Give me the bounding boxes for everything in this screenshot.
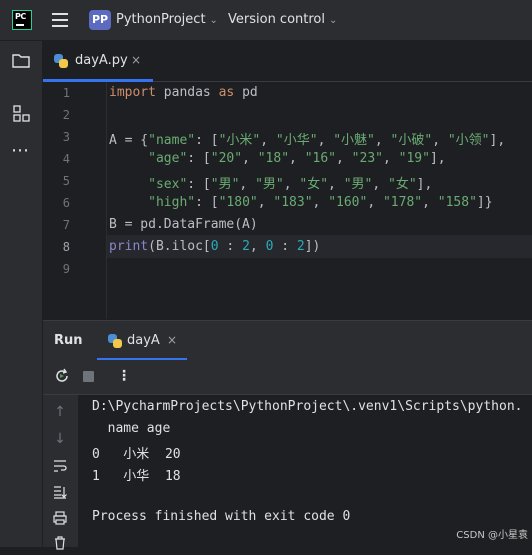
code-line[interactable]: A = {"name": ["小米", "小华", "小魅", "小破", "小… (109, 129, 505, 148)
python-file-icon (54, 54, 68, 68)
project-badge[interactable]: PP (89, 10, 111, 30)
run-tab-dayA[interactable]: dayA (127, 333, 160, 348)
print-icon[interactable] (52, 510, 68, 526)
tab-dayA-py[interactable]: dayA.py × (43, 41, 153, 82)
project-selector[interactable]: PythonProject ⌄ (116, 12, 218, 27)
line-number: 9 (62, 262, 70, 276)
code-line[interactable]: "high": ["180", "183", "160", "178", "15… (109, 195, 492, 210)
project-folder-icon[interactable] (11, 52, 31, 72)
run-toolbar: ⋮ (43, 360, 532, 395)
more-options-icon[interactable]: ⋮ (117, 366, 131, 386)
chevron-down-icon: ⌄ (209, 15, 218, 26)
line-number: 2 (62, 108, 70, 122)
rerun-icon[interactable] (54, 368, 70, 384)
scroll-down-icon[interactable]: ↓ (52, 431, 68, 447)
editor-tab-bar: dayA.py × (43, 41, 532, 82)
stop-icon[interactable] (83, 371, 94, 382)
console-line: Process finished with exit code 0 (92, 509, 351, 524)
line-number: 6 (62, 196, 70, 210)
more-tools-icon[interactable]: ⋯ (11, 141, 31, 161)
tab-label: dayA.py (75, 53, 128, 68)
line-number: 8 (62, 240, 70, 254)
soft-wrap-icon[interactable] (52, 458, 68, 474)
line-number: 1 (62, 86, 70, 100)
console-line: 1 小华 18 (92, 469, 181, 484)
main-menu-icon[interactable] (52, 13, 68, 27)
scroll-up-icon[interactable]: ↑ (52, 404, 68, 420)
version-control-menu[interactable]: Version control ⌄ (228, 12, 337, 27)
watermark: CSDN @小星袁 (456, 530, 528, 541)
code-line[interactable]: "sex": ["男", "男", "女", "男", "女"], (109, 173, 432, 192)
console-line: name age (92, 421, 171, 436)
run-side-toolbar: ↑ ↓ (43, 395, 78, 550)
line-number-gutter: 1 2 3 4 5 6 7 8 9 (43, 82, 106, 319)
chevron-down-icon: ⌄ (329, 15, 338, 26)
run-panel-title[interactable]: Run (54, 333, 83, 348)
code-line[interactable]: B = pd.DataFrame(A) (109, 217, 258, 232)
close-icon[interactable]: × (167, 333, 177, 347)
code-line[interactable]: print(B.iloc[0 : 2, 0 : 2]) (109, 239, 320, 254)
scroll-to-end-icon[interactable] (52, 484, 68, 500)
console-output[interactable]: D:\PycharmProjects\PythonProject\.venv1\… (79, 395, 532, 547)
line-number: 4 (62, 152, 70, 166)
code-line[interactable]: import pandas as pd (109, 85, 258, 100)
line-number: 7 (62, 218, 70, 232)
python-run-icon (108, 334, 122, 348)
title-bar: PC PP PythonProject ⌄ Version control ⌄ (0, 0, 532, 41)
console-line: D:\PycharmProjects\PythonProject\.venv1\… (92, 399, 523, 414)
structure-icon[interactable] (11, 103, 31, 123)
left-tool-strip: ⋯ (0, 41, 43, 547)
close-icon[interactable]: × (131, 53, 141, 67)
code-line[interactable]: "age": ["20", "18", "16", "23", "19"], (109, 151, 445, 166)
line-number: 3 (62, 130, 70, 144)
trash-icon[interactable] (52, 535, 68, 551)
console-line: 0 小米 20 (92, 447, 181, 462)
pycharm-logo-icon[interactable]: PC (12, 10, 32, 30)
line-number: 5 (62, 174, 70, 188)
run-panel-header: Run dayA × (43, 320, 532, 360)
